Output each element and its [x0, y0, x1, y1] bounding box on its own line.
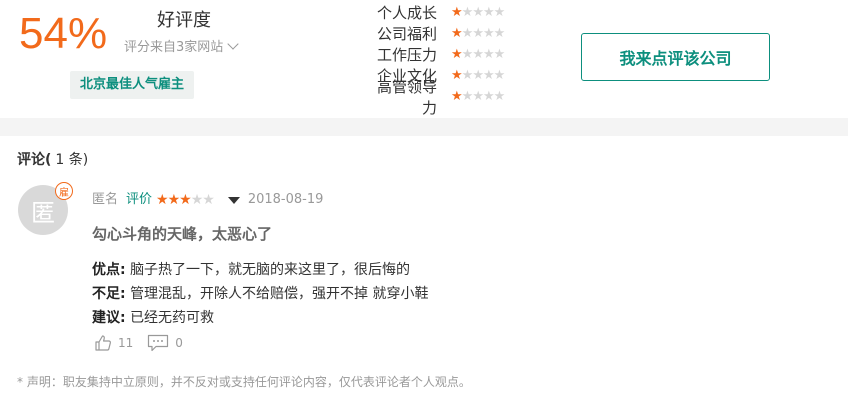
star-icon: ★ — [472, 26, 484, 41]
star-icon: ★ — [461, 5, 474, 20]
dimension-row: 高管领导力 ★★★★★ — [365, 78, 540, 117]
star-icon: ★ — [472, 47, 484, 62]
star-icon: ★ — [461, 89, 474, 104]
dimension-label: 工作压力 — [376, 46, 437, 64]
star-icon: ★ — [482, 47, 495, 62]
review-body: 优点: 脑子热了一下，就无脑的来这里了，很后悔的 不足: 管理混乱，开除人不给赔… — [92, 258, 429, 330]
like-count: 11 — [118, 336, 134, 350]
comments-section: 评论(1 条) 匿 雇 匿名 评价 ★★★★★ 2018-08-19 勾心斗角的… — [0, 136, 848, 402]
star-icon: ★ — [461, 68, 474, 83]
advice-text: 已经无药可救 — [130, 310, 215, 326]
dimension-stars: ★★★★★ — [451, 47, 506, 62]
star-icon: ★ — [493, 47, 506, 62]
review-stars: ★★★★★ — [156, 192, 215, 208]
star-icon: ★ — [482, 26, 495, 41]
like-button[interactable]: 11 — [94, 334, 133, 352]
pros-text: 脑子热了一下，就无脑的来这里了，很后悔的 — [130, 262, 411, 278]
review-date: 2018-08-19 — [247, 192, 324, 207]
comments-title-text: 评论( — [17, 152, 52, 168]
review-actions: 11 0 — [94, 334, 197, 352]
star-icon: ★ — [472, 89, 484, 104]
write-review-button[interactable]: 我来点评该公司 — [581, 33, 770, 81]
star-icon: ★ — [451, 89, 463, 104]
star-icon: ★ — [493, 26, 506, 41]
star-icon: ★ — [451, 47, 463, 62]
star-icon: ★ — [493, 68, 506, 83]
rating-source-text: 评分来自3家网站 — [124, 40, 224, 55]
dimension-row: 公司福利 ★★★★★ — [365, 23, 540, 44]
dimension-row: 个人成长 ★★★★★ — [365, 2, 540, 23]
employer-badge: 北京最佳人气雇主 — [70, 71, 195, 99]
dimension-stars: ★★★★★ — [451, 89, 506, 104]
section-divider — [0, 118, 848, 136]
caret-down-icon[interactable] — [227, 196, 240, 204]
star-icon: ★ — [461, 47, 474, 62]
review-meta: 匿名 评价 ★★★★★ 2018-08-19 — [92, 191, 323, 209]
star-icon: ★ — [482, 68, 495, 83]
star-icon: ★ — [472, 68, 484, 83]
star-icon: ★ — [190, 192, 204, 208]
review-headline: 勾心斗角的天峰，太恶心了 — [92, 225, 273, 243]
rating-summary: 54% 好评度 评分来自3家网站 北京最佳人气雇主 个人成长 ★★★★★ 公司福利 ★… — [0, 0, 848, 118]
dimension-label: 公司福利 — [376, 25, 437, 43]
chevron-down-icon — [227, 38, 239, 50]
rating-source[interactable]: 评分来自3家网站 — [124, 38, 239, 57]
star-icon: ★ — [461, 26, 474, 41]
dimension-ratings: 个人成长 ★★★★★ 公司福利 ★★★★★ 工作压力 ★★★★★ 企业文化 ★★★★★ 高管领导… — [365, 2, 540, 117]
cons-key: 不足: — [92, 286, 126, 302]
star-icon: ★ — [472, 5, 484, 20]
employee-tag: 雇 — [55, 182, 73, 200]
reply-count: 0 — [175, 336, 183, 350]
star-icon: ★ — [493, 5, 506, 20]
dimension-label: 高管领导力 — [376, 77, 437, 117]
star-icon: ★ — [493, 89, 506, 104]
review-rating-label: 评价 — [126, 192, 153, 207]
star-icon: ★ — [167, 192, 181, 208]
star-icon: ★ — [202, 192, 215, 208]
rating-percent-label: 好评度 — [157, 10, 211, 31]
reply-button[interactable]: 0 — [147, 334, 183, 352]
pros-key: 优点: — [92, 262, 126, 278]
comments-count: 1 条) — [55, 152, 89, 168]
star-icon: ★ — [482, 5, 495, 20]
comment-icon — [148, 334, 169, 352]
star-icon: ★ — [156, 192, 169, 208]
advice-key: 建议: — [92, 310, 126, 326]
review-author: 匿名 — [92, 192, 119, 207]
dimension-row: 工作压力 ★★★★★ — [365, 44, 540, 65]
comments-title: 评论(1 条) — [17, 150, 88, 170]
dimension-stars: ★★★★★ — [451, 68, 506, 83]
star-icon: ★ — [451, 26, 463, 41]
review-cons: 不足: 管理混乱，开除人不给赔偿，强开不掉 就穿小鞋 — [92, 282, 429, 306]
dimension-stars: ★★★★★ — [451, 5, 506, 20]
dimension-label: 个人成长 — [376, 4, 437, 22]
review-advice: 建议: 已经无药可救 — [92, 306, 429, 330]
rating-percent: 54% — [19, 9, 108, 58]
star-icon: ★ — [451, 5, 463, 20]
dimension-stars: ★★★★★ — [451, 26, 506, 41]
thumbs-up-icon — [95, 335, 111, 351]
star-icon: ★ — [179, 192, 192, 208]
review-pros: 优点: 脑子热了一下，就无脑的来这里了，很后悔的 — [92, 258, 429, 282]
disclaimer: * 声明：职友集持中立原则，并不反对或支持任何评论内容，仅代表评论者个人观点。 — [17, 375, 471, 389]
cons-text: 管理混乱，开除人不给赔偿，强开不掉 就穿小鞋 — [130, 286, 429, 302]
star-icon: ★ — [451, 68, 463, 83]
star-icon: ★ — [482, 89, 495, 104]
